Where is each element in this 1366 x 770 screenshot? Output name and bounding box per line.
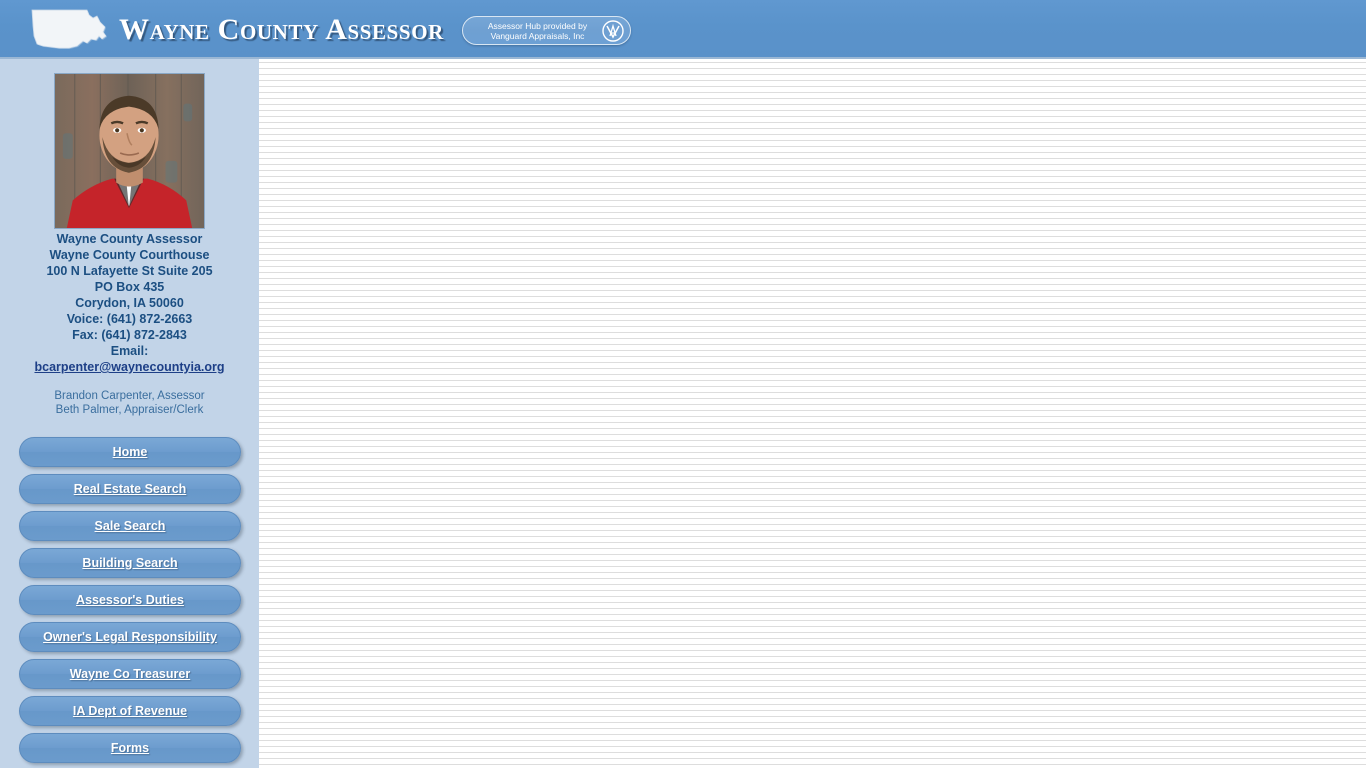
contact-line: Voice: (641) 872-2663 bbox=[66, 312, 193, 326]
email-link[interactable]: bcarpenter@waynecountyia.org bbox=[34, 360, 224, 374]
nav-item-sale-search[interactable]: Sale Search bbox=[19, 511, 241, 541]
staff-member: Beth Palmer, Appraiser/Clerk bbox=[55, 404, 204, 416]
contact-line: PO Box 435 bbox=[94, 280, 165, 294]
staff-member: Brandon Carpenter, Assessor bbox=[54, 390, 205, 402]
assessor-portrait-photo bbox=[54, 73, 205, 229]
vanguard-badge-line1: Assessor Hub provided by bbox=[487, 20, 588, 31]
nav-item-building-search[interactable]: Building Search bbox=[19, 548, 241, 578]
sidebar: Wayne County Assessor Wayne County Court… bbox=[0, 59, 259, 768]
nav-item-assessors-duties[interactable]: Assessor's Duties bbox=[19, 585, 241, 615]
vanguard-badge-line2: Vanguard Appraisals, Inc bbox=[490, 30, 585, 41]
main-content-area bbox=[259, 59, 1366, 768]
vanguard-va-monogram-icon bbox=[602, 19, 624, 42]
nav-item-wayne-co-treasurer[interactable]: Wayne Co Treasurer bbox=[19, 659, 241, 689]
nav-item-home[interactable]: Home bbox=[19, 437, 241, 467]
staff-list: Brandon Carpenter, Assessor Beth Palmer,… bbox=[0, 389, 259, 417]
contact-line: Fax: (641) 872-2843 bbox=[72, 328, 187, 342]
nav-item-owners-legal-responsibility[interactable]: Owner's Legal Responsibility bbox=[19, 622, 241, 652]
page-title: Wayne County Assessor bbox=[119, 13, 444, 46]
contact-line: Wayne County Assessor bbox=[56, 232, 203, 246]
contact-line: Email: bbox=[110, 344, 149, 358]
contact-line: Corydon, IA 50060 bbox=[75, 296, 184, 310]
site-header: Wayne County Assessor Assessor Hub provi… bbox=[0, 0, 1366, 59]
iowa-state-outline-icon bbox=[30, 7, 112, 53]
contact-line: 100 N Lafayette St Suite 205 bbox=[46, 264, 213, 278]
nav-item-forms[interactable]: Forms bbox=[19, 733, 241, 763]
sidebar-nav: Home Real Estate Search Sale Search Buil… bbox=[19, 437, 241, 770]
nav-item-ia-dept-of-revenue[interactable]: IA Dept of Revenue bbox=[19, 696, 241, 726]
vanguard-badge[interactable]: Assessor Hub provided by Vanguard Apprai… bbox=[462, 16, 631, 45]
contact-line: Wayne County Courthouse bbox=[49, 248, 210, 262]
nav-item-real-estate-search[interactable]: Real Estate Search bbox=[19, 474, 241, 504]
contact-info: Wayne County Assessor Wayne County Court… bbox=[0, 231, 259, 375]
vanguard-badge-text: Assessor Hub provided by Vanguard Apprai… bbox=[473, 21, 602, 41]
